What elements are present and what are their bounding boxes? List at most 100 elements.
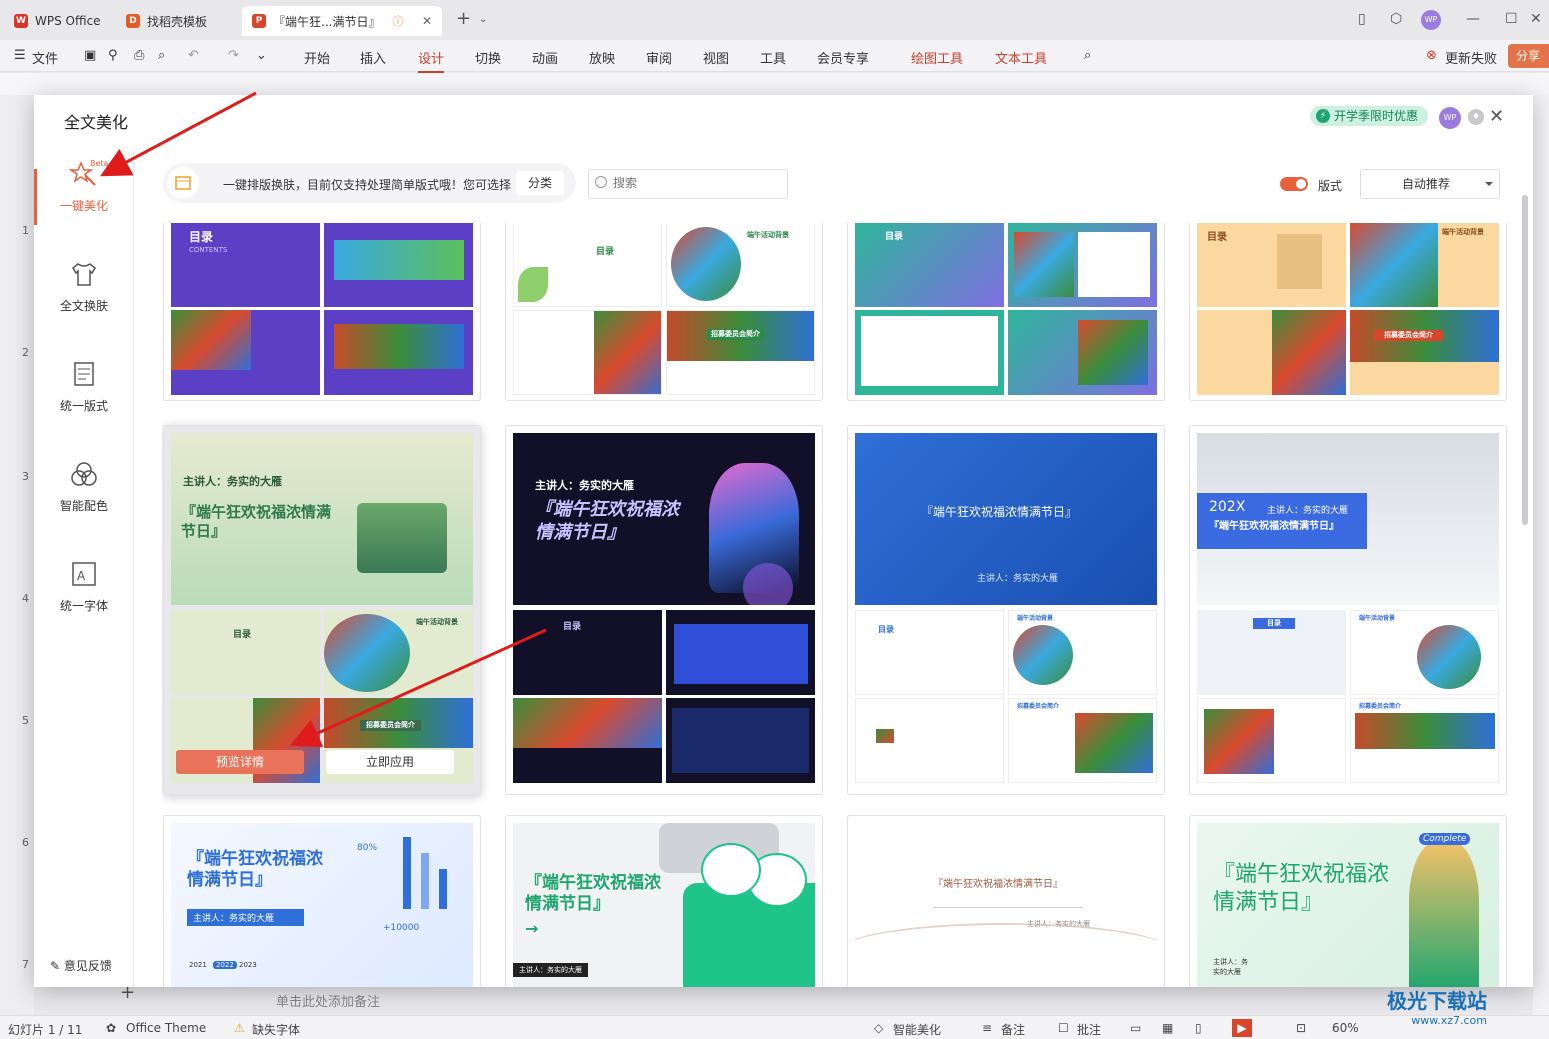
- tab-docer-templates[interactable]: D 找稻壳模板: [116, 6, 238, 36]
- template-card[interactable]: 『端午狂欢祝福浓情满节日』 → 主讲人：务实的大雁: [505, 815, 823, 987]
- feedback-button[interactable]: ✎ 意见反馈: [50, 957, 112, 974]
- theme-name[interactable]: Office Theme: [126, 1021, 206, 1035]
- menu-drawing-tools[interactable]: 绘图工具: [911, 48, 963, 67]
- print-icon[interactable]: ⎙: [134, 48, 144, 63]
- template-card[interactable]: 目录: [847, 223, 1165, 401]
- nav-one-click-beautify[interactable]: Beta 一键美化: [34, 159, 134, 239]
- menu-file[interactable]: 文件: [32, 48, 58, 67]
- menu-transition[interactable]: 切换: [475, 48, 501, 67]
- notes-button[interactable]: 备注: [1001, 1021, 1025, 1038]
- nav-unify-font[interactable]: A 统一字体: [34, 559, 134, 639]
- select-value: 自动推荐: [1402, 177, 1451, 191]
- menu-design[interactable]: 设计: [418, 48, 445, 73]
- grid-view-icon[interactable]: ▦: [1162, 1021, 1173, 1035]
- template-card[interactable]: 『端午狂欢祝福浓情满节日』 主讲人：务实的大雁: [847, 815, 1165, 987]
- menu-text-tools[interactable]: 文本工具: [995, 48, 1047, 67]
- share-label: 分享: [1516, 49, 1541, 63]
- cube-icon[interactable]: ⬡: [1390, 11, 1402, 27]
- notes-placeholder[interactable]: 单击此处添加备注: [276, 991, 380, 1010]
- reading-view-icon[interactable]: ▯: [1195, 1021, 1202, 1035]
- preview-details-button[interactable]: 预览详情: [176, 750, 304, 774]
- menu-view[interactable]: 视图: [703, 48, 729, 67]
- menu-review[interactable]: 审阅: [646, 48, 672, 67]
- avatar[interactable]: WP: [1439, 107, 1461, 129]
- comment-button[interactable]: 批注: [1077, 1021, 1101, 1038]
- minimize-icon[interactable]: —: [1466, 11, 1480, 27]
- layout-toggle[interactable]: [1280, 177, 1308, 191]
- thumb-title: 目录: [596, 247, 615, 257]
- thumb: 『端午狂欢祝福浓情满节日』 主讲人：务实的大雁: [855, 823, 1157, 987]
- update-status[interactable]: 更新失败: [1445, 48, 1497, 67]
- thumb-speaker: 主讲人：务实的大雁: [977, 574, 1059, 584]
- scrollbar[interactable]: [1522, 195, 1528, 525]
- apply-now-button[interactable]: 立即应用: [326, 750, 454, 774]
- template-card[interactable]: 目录 端午活动背景 招募委员会简介: [1189, 223, 1507, 401]
- warning-icon: ⚠: [234, 1021, 245, 1035]
- thumb-title: 端午活动背景: [1017, 615, 1054, 622]
- search-icon[interactable]: ⌕: [1084, 48, 1091, 63]
- close-tab-icon[interactable]: ✕: [422, 14, 432, 28]
- dialog-sidenav: Beta 一键美化 全文换肤 统一版式 智能配色 A 统一字体 ✎ 意见反馈: [34, 151, 134, 987]
- slide-number: 2: [22, 346, 29, 359]
- play-icon[interactable]: ▶: [1232, 1019, 1252, 1037]
- ribbon-strip: [0, 73, 1549, 95]
- menu-home[interactable]: 开始: [304, 48, 330, 67]
- share-button[interactable]: 分享: [1508, 44, 1549, 68]
- template-card[interactable]: 『端午狂欢祝福浓情满节日』 主讲人：务实的大雁 Complete: [1189, 815, 1507, 987]
- zoom-level[interactable]: 60%: [1332, 1021, 1359, 1035]
- layout-icon[interactable]: ▯: [1358, 11, 1366, 27]
- thumb-speaker: 主讲人：务实的大雁: [183, 475, 282, 488]
- redo-icon[interactable]: ↷: [228, 48, 239, 63]
- tab-wps-office[interactable]: W WPS Office: [4, 6, 112, 36]
- nav-smart-color[interactable]: 智能配色: [34, 459, 134, 539]
- thumb: 目录: [513, 610, 662, 695]
- template-card[interactable]: 主讲人：务实的大雁 『端午狂欢祝福浓情满节日』 目录 端午活动背景 招募委员会简…: [163, 425, 481, 795]
- chevron-down-icon[interactable]: ⌄: [479, 14, 487, 25]
- promo-badge[interactable]: ⚡ 开学季限时优惠: [1310, 106, 1429, 126]
- watermark-url: www.xz7.com: [1411, 1014, 1487, 1027]
- status-bar: 幻灯片 1 / 11 ✿ Office Theme ⚠ 缺失字体 ◇ 智能美化 …: [0, 1015, 1549, 1039]
- thumb-title: 端午活动背景: [747, 231, 789, 239]
- search-input[interactable]: [613, 176, 773, 190]
- menu-insert[interactable]: 插入: [360, 48, 386, 67]
- fit-icon[interactable]: ⊡: [1296, 1021, 1306, 1035]
- promo-label: 开学季限时优惠: [1334, 109, 1419, 123]
- close-dialog-icon[interactable]: ✕: [1489, 106, 1504, 127]
- template-card[interactable]: 目录 端午活动背景 招募委员会简介: [505, 223, 823, 401]
- hamburger-icon[interactable]: ☰: [14, 48, 26, 63]
- toggle-label: 版式: [1318, 179, 1343, 193]
- nav-unify-layout[interactable]: 统一版式: [34, 359, 134, 439]
- thumb: 招募委员会简介: [1008, 698, 1157, 783]
- save-icon[interactable]: ▣: [84, 48, 96, 63]
- thumb-title: 目录: [233, 630, 252, 640]
- category-button[interactable]: 分类: [516, 171, 564, 195]
- presentation-logo-icon: P: [252, 14, 266, 28]
- print-preview-icon[interactable]: ⌕: [158, 48, 165, 63]
- menu-slideshow[interactable]: 放映: [589, 48, 615, 67]
- close-window-icon[interactable]: ✕: [1530, 11, 1542, 27]
- tab-current-document[interactable]: P 『端午狂...满节日』 ⓘ ✕: [242, 6, 442, 36]
- menu-bar: ☰ 文件 ▣ ⚲ ⎙ ⌕ ↶ ↷ ⌄ 开始 插入 设计 切换 动画 放映 审阅 …: [0, 40, 1549, 73]
- new-tab-icon[interactable]: +: [456, 8, 471, 29]
- thumb-title: 『端午狂欢祝福浓情满节日』: [1213, 862, 1390, 915]
- more-icon[interactable]: ⌄: [256, 48, 267, 63]
- smart-beautify-button[interactable]: 智能美化: [893, 1021, 941, 1038]
- undo-icon[interactable]: ↶: [188, 48, 199, 63]
- template-card[interactable]: 『端午狂欢祝福浓情满节日』 主讲人：务实的大雁 目录 端午活动背景 招募委员会简…: [847, 425, 1165, 795]
- template-card[interactable]: 主讲人：务实的大雁 『端午狂欢祝福浓情满节日』 目录: [505, 425, 823, 795]
- nav-full-skin[interactable]: 全文换肤: [34, 259, 134, 339]
- user-avatar-icon[interactable]: WP: [1421, 10, 1441, 30]
- menu-tools[interactable]: 工具: [760, 48, 786, 67]
- normal-view-icon[interactable]: ▭: [1130, 1021, 1141, 1035]
- menu-animation[interactable]: 动画: [532, 48, 558, 67]
- link-icon[interactable]: ⚲: [108, 48, 118, 63]
- template-card[interactable]: 『端午狂欢祝福浓情满节日』 主讲人：务实的大雁 80% +10000 2021 …: [163, 815, 481, 987]
- recommend-select[interactable]: 自动推荐: [1360, 169, 1500, 199]
- missing-font[interactable]: 缺失字体: [252, 1021, 300, 1038]
- template-card[interactable]: 目录 CONTENTS: [163, 223, 481, 401]
- template-card[interactable]: 202X 主讲人：务实的大雁 『端午狂欢祝福浓情满节日』 目录 端午活动背景 招…: [1189, 425, 1507, 795]
- menu-member[interactable]: 会员专享: [817, 48, 869, 67]
- vip-icon[interactable]: ♦: [1468, 109, 1484, 125]
- thumb-title: 『端午狂欢祝福浓情满节日』: [187, 849, 323, 891]
- maximize-icon[interactable]: ☐: [1505, 11, 1518, 27]
